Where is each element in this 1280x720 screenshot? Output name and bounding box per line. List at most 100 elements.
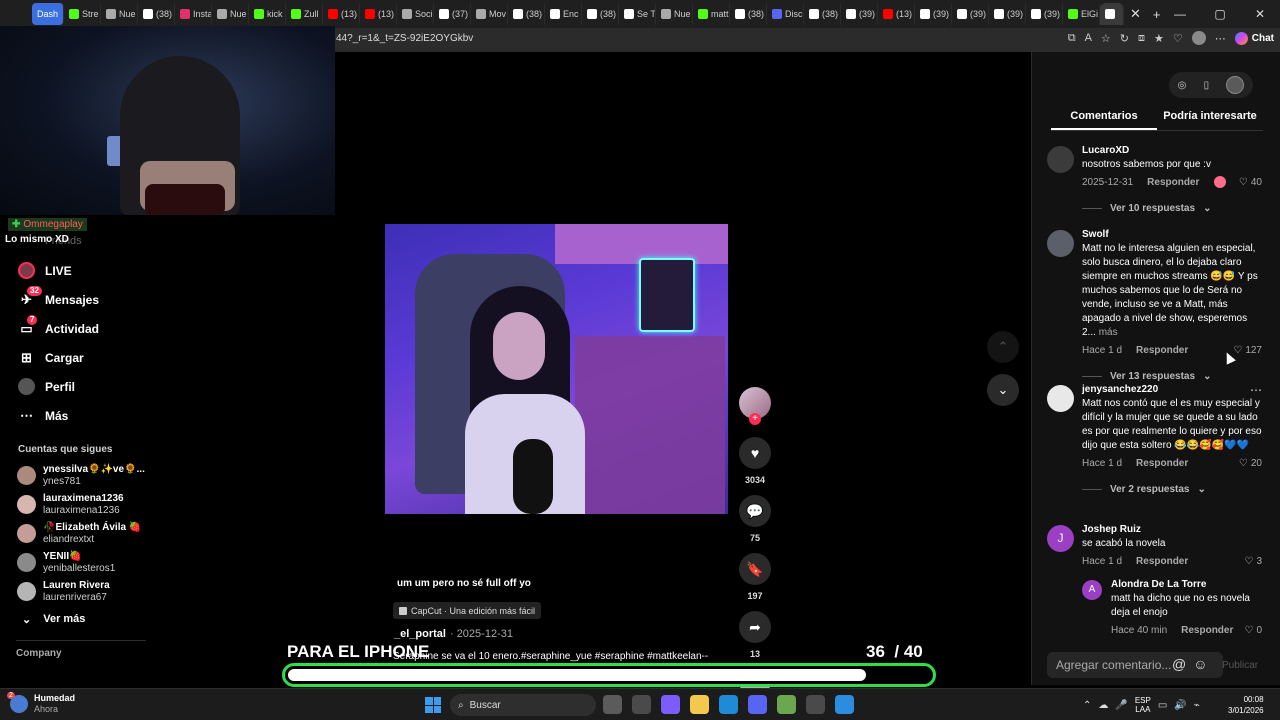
following-item[interactable]: ynessilva🌻✨ve🌻... ynes781 (0, 461, 160, 490)
company-link[interactable]: Company (0, 648, 160, 659)
browser-tab[interactable]: Nue (212, 3, 250, 25)
tab-comentarios[interactable]: Comentarios (1051, 110, 1157, 130)
browser-tab[interactable]: (13) (323, 3, 361, 25)
previous-video-button[interactable]: ⌃ (987, 331, 1019, 363)
browser-tab[interactable]: (13) (360, 3, 398, 25)
capcut-link[interactable]: CapCut · Una edición más fácil (393, 602, 542, 619)
browser-tab[interactable]: kick (249, 3, 287, 25)
video-author[interactable]: _el_portal · 2025-12-31 (394, 628, 513, 640)
browser-tab[interactable]: Soci (397, 3, 435, 25)
comment-more-link[interactable]: más (1099, 327, 1118, 338)
sidebar-item-cargar[interactable]: ⊞ Cargar (0, 343, 160, 372)
favorites-icon[interactable]: ★ (1154, 32, 1164, 45)
browser-tab[interactable]: Insta (175, 3, 213, 25)
extensions-icon[interactable]: ♡ (1173, 32, 1183, 45)
next-video-button[interactable]: ⌄ (987, 374, 1019, 406)
reply-button[interactable]: Responder (1136, 458, 1188, 469)
comment-avatar[interactable] (1047, 385, 1074, 412)
reply-button[interactable]: Responder (1147, 177, 1199, 188)
browser-tab[interactable]: Zull (286, 3, 324, 25)
reply-button[interactable]: Responder (1136, 556, 1188, 567)
browser-tab[interactable]: matt (693, 3, 731, 25)
split-screen-icon[interactable]: ⧈ (1138, 32, 1145, 45)
translate-icon[interactable]: A (1085, 32, 1092, 44)
onedrive-icon[interactable]: ☁ (1098, 700, 1108, 711)
open-in-app-icon[interactable]: ⧉ (1068, 32, 1076, 45)
sidebar-item-actividad[interactable]: ▭ 7 Actividad (0, 314, 160, 343)
more-options-icon[interactable]: ⋯ (1250, 383, 1262, 397)
browser-tab[interactable]: Nue (656, 3, 694, 25)
browser-tab[interactable]: (38) (138, 3, 176, 25)
taskbar-app-icon[interactable] (661, 695, 680, 714)
browser-tab[interactable]: (38) (730, 3, 768, 25)
comment-author[interactable]: Joshep Ruiz (1082, 523, 1262, 537)
share-button[interactable]: ➦ (739, 611, 771, 643)
comment-author[interactable]: LucaroXD (1082, 144, 1262, 158)
browser-tab[interactable]: Nue (101, 3, 139, 25)
compass-icon[interactable]: ◎ (1178, 80, 1187, 91)
language-indicator[interactable]: ESP LAA (1135, 696, 1151, 714)
tab-podria-interesarte[interactable]: Podría interesarte (1157, 110, 1263, 130)
mention-icon[interactable]: @ (1172, 656, 1186, 672)
view-replies-button[interactable]: Ver 13 respuestas ⌄ (1082, 371, 1262, 382)
taskbar-app-icon[interactable] (603, 695, 622, 714)
comment-like-button[interactable]: ♡ 40 (1239, 177, 1262, 188)
comment-author[interactable]: Alondra De La Torre (1111, 578, 1262, 592)
comment-avatar[interactable]: A (1082, 580, 1102, 600)
browser-tab[interactable]: Se T (619, 3, 657, 25)
browser-tab[interactable]: ElGi (1063, 3, 1101, 25)
save-button[interactable]: 🔖 (739, 553, 771, 585)
taskbar-app-icon[interactable] (806, 695, 825, 714)
maximize-button[interactable]: ▢ (1200, 0, 1240, 28)
view-replies-button[interactable]: Ver 2 respuestas ⌄ (1082, 484, 1262, 495)
start-button[interactable] (425, 697, 441, 713)
chat-button[interactable]: Chat (1234, 31, 1274, 45)
publish-button[interactable]: Publicar (1222, 660, 1258, 671)
following-item[interactable]: 🥀Elizabeth Ávila 🍓 eliandrextxt (0, 519, 160, 548)
url-text[interactable]: 44?_r=1&_t=ZS-92iE2OYGkbv (336, 33, 473, 44)
close-tab-icon[interactable]: ✕ (1124, 6, 1147, 22)
comment-like-button[interactable]: ♡ 20 (1239, 458, 1262, 469)
comment-button[interactable]: 💬 (739, 495, 771, 527)
network-icon[interactable]: ▭ (1158, 700, 1167, 711)
taskbar-app-icon[interactable] (719, 695, 738, 714)
user-avatar[interactable] (1226, 76, 1245, 94)
comment-like-button[interactable]: ♡ 127 (1233, 345, 1262, 356)
chevron-up-icon[interactable]: ⌃ (1083, 700, 1091, 711)
volume-icon[interactable]: 🔊 (1174, 700, 1186, 711)
browser-tab[interactable]: (38) (582, 3, 620, 25)
browser-tab[interactable]: (39) (989, 3, 1027, 25)
comment-like-button[interactable]: ♡ 3 (1244, 556, 1262, 567)
follow-plus-icon[interactable]: + (749, 413, 761, 425)
weather-widget[interactable]: 2 Humedad Ahora (7, 692, 75, 715)
favorite-star-icon[interactable]: ☆ (1101, 32, 1111, 45)
view-replies-button[interactable]: Ver 10 respuestas ⌄ (1082, 203, 1262, 214)
browser-tab[interactable]: Mov (471, 3, 509, 25)
following-item[interactable]: lauraximena1236 lauraximena1236 (0, 490, 160, 519)
comment-avatar[interactable] (1047, 230, 1074, 257)
sidebar-item-ms[interactable]: ⋯ Más (0, 401, 160, 430)
video-player[interactable] (385, 224, 728, 514)
comment-avatar[interactable]: J (1047, 525, 1074, 552)
minimize-button[interactable]: — (1160, 0, 1200, 28)
taskbar-app-icon[interactable] (690, 695, 709, 714)
taskbar-app-icon[interactable] (748, 695, 767, 714)
taskbar-search[interactable]: ⌕ Buscar (450, 694, 596, 716)
comment-author[interactable]: Swolf (1082, 228, 1262, 242)
browser-tab[interactable]: (39) (841, 3, 879, 25)
browser-tab[interactable]: (39) (915, 3, 953, 25)
sidebar-item-perfil[interactable]: Perfil (0, 372, 160, 401)
battery-icon[interactable]: ⌁ (1194, 700, 1200, 711)
browser-tab[interactable]: (39) (952, 3, 990, 25)
profile-avatar[interactable] (1191, 31, 1206, 45)
comment-author[interactable]: jenysanchez220 (1082, 383, 1262, 397)
browser-tab[interactable]: Disc (767, 3, 805, 25)
sidebar-item-mensajes[interactable]: ✈ 32 Mensajes (0, 285, 160, 314)
see-more-button[interactable]: ⌄ Ver más (0, 606, 160, 632)
taskbar-app-icon[interactable] (777, 695, 796, 714)
taskbar-clock[interactable]: 00:08 3/01/2026 (1228, 694, 1264, 716)
browser-tab[interactable]: Enc (545, 3, 583, 25)
like-button[interactable]: ♥ (739, 437, 771, 469)
creator-avatar[interactable]: + (739, 387, 771, 425)
browser-tab[interactable]: (39) (1026, 3, 1064, 25)
